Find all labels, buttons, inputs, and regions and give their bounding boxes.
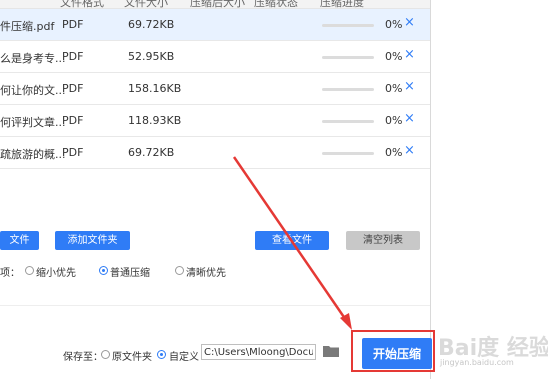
baidu-watermark-url: jingyan.baidu.com: [440, 358, 514, 367]
red-arrow-annotation: [232, 156, 352, 330]
